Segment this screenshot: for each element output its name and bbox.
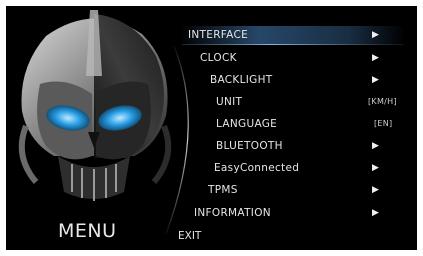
arrow-right-icon: ▶ xyxy=(372,30,380,40)
skull-helmet-artwork xyxy=(18,10,172,201)
arrow-right-icon: ▶ xyxy=(372,208,380,218)
device-screen: MENU INTERFACE ▶ CLOCK ▶ BACKLIGHT ▶ UNI… xyxy=(6,6,417,250)
selection-underline xyxy=(182,44,404,45)
menu-item-label: LANGUAGE xyxy=(216,118,278,130)
menu-item-bluetooth[interactable]: BLUETOOTH ▶ xyxy=(216,137,405,155)
exit-button[interactable]: EXIT xyxy=(178,230,201,242)
menu-item-language[interactable]: LANGUAGE [EN] xyxy=(216,115,411,133)
arrow-right-icon: ▶ xyxy=(372,163,380,173)
arrow-right-icon: ▶ xyxy=(372,53,380,63)
menu-item-easyconnected[interactable]: EasyConnected ▶ xyxy=(214,159,405,177)
menu-item-label: EasyConnected xyxy=(214,162,300,174)
menu-item-unit[interactable]: UNIT [KM/H] xyxy=(216,93,411,111)
language-value: [EN] xyxy=(374,119,393,128)
menu-item-information[interactable]: INFORMATION ▶ xyxy=(194,204,405,222)
menu-item-label: UNIT xyxy=(216,96,243,108)
menu-item-label: BACKLIGHT xyxy=(210,74,273,86)
menu-item-clock[interactable]: CLOCK ▶ xyxy=(200,49,405,67)
arrow-right-icon: ▶ xyxy=(372,141,380,151)
menu-item-label: BLUETOOTH xyxy=(216,140,283,152)
menu-item-label: INFORMATION xyxy=(194,207,271,219)
arrow-right-icon: ▶ xyxy=(372,185,380,195)
menu-item-label: INTERFACE xyxy=(188,29,249,41)
menu-item-label: CLOCK xyxy=(200,52,237,64)
menu-item-label: TPMS xyxy=(208,184,238,196)
arrow-right-icon: ▶ xyxy=(372,75,380,85)
menu-title: MENU xyxy=(58,220,117,242)
menu-item-interface[interactable]: INTERFACE ▶ xyxy=(180,26,405,44)
unit-value: [KM/H] xyxy=(368,97,397,106)
menu-item-tpms[interactable]: TPMS ▶ xyxy=(208,181,405,199)
menu-item-backlight[interactable]: BACKLIGHT ▶ xyxy=(210,71,405,89)
